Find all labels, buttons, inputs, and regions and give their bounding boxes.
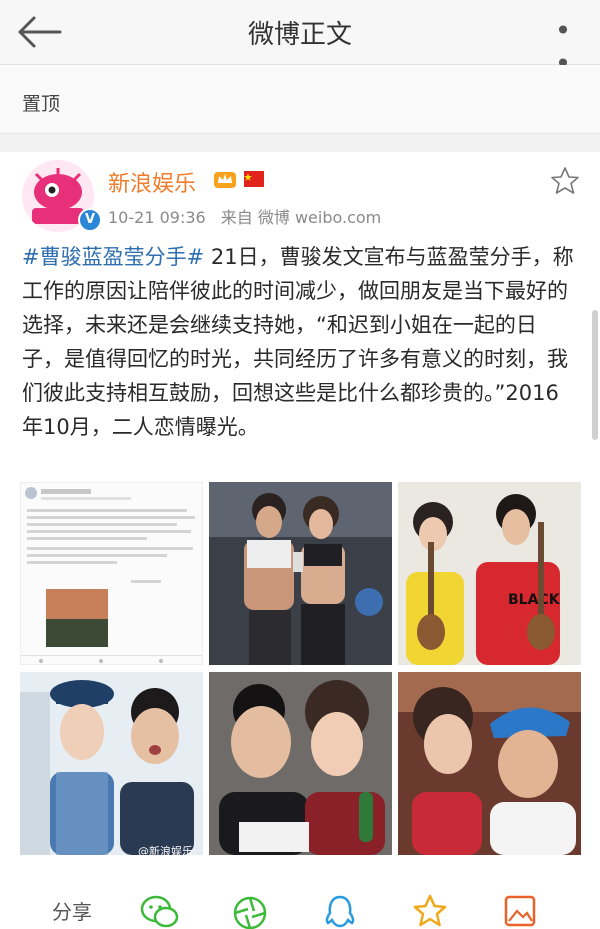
image-close-selfie[interactable] xyxy=(209,672,392,855)
top-bar: 微博正文 • • • xyxy=(0,0,600,113)
image-guitar-duo[interactable]: BLACK xyxy=(398,482,581,665)
author-name[interactable]: 新浪娱乐 xyxy=(108,166,196,198)
pinned-label-row: 置顶 xyxy=(0,65,600,134)
image-screenshot[interactable] xyxy=(20,482,203,665)
moments-icon[interactable] xyxy=(230,893,270,929)
favorite-share-icon[interactable] xyxy=(410,893,450,929)
svg-text:BLACK: BLACK xyxy=(508,592,561,608)
topic-link[interactable]: #曹骏蓝盈莹分手# xyxy=(22,245,204,269)
image-blue-cap-selfie[interactable] xyxy=(398,672,581,855)
section-divider xyxy=(0,134,600,152)
post-meta: 10-21 09:36 来自 微博 weibo.com xyxy=(108,204,391,228)
image-gym-selfie[interactable] xyxy=(209,482,392,665)
more-options-icon[interactable]: • • • xyxy=(542,14,586,113)
scrollbar[interactable] xyxy=(592,310,598,440)
post-body: #曹骏蓝盈莹分手# 21日，曹骏发文宣布与蓝盈莹分手，称工作的原因让陪伴彼此的时… xyxy=(22,240,578,444)
wechat-icon[interactable] xyxy=(140,893,180,929)
favorite-star-icon[interactable] xyxy=(550,166,580,196)
share-label: 分享 xyxy=(52,900,92,924)
china-flag-icon xyxy=(244,171,264,187)
image-cap-selfie[interactable] xyxy=(20,672,203,855)
post-date: 10-21 09:36 xyxy=(108,208,206,227)
save-image-icon[interactable] xyxy=(500,893,540,929)
image-watermark: @新浪娱乐 xyxy=(138,845,193,858)
image-grid: BLACK @新浪娱乐 xyxy=(20,482,581,858)
crown-badge-icon xyxy=(214,172,236,188)
post-source: 来自 微博 weibo.com xyxy=(220,208,382,227)
page-title: 微博正文 xyxy=(247,20,352,50)
post-text: 21日，曹骏发文宣布与蓝盈莹分手，称工作的原因让陪伴彼此的时间减少，做回朋友是当… xyxy=(22,245,574,439)
qq-icon[interactable] xyxy=(320,893,360,929)
pinned-label: 置顶 xyxy=(22,93,61,115)
action-bar: 分享 xyxy=(0,890,600,929)
verified-badge-icon: V xyxy=(78,208,102,232)
